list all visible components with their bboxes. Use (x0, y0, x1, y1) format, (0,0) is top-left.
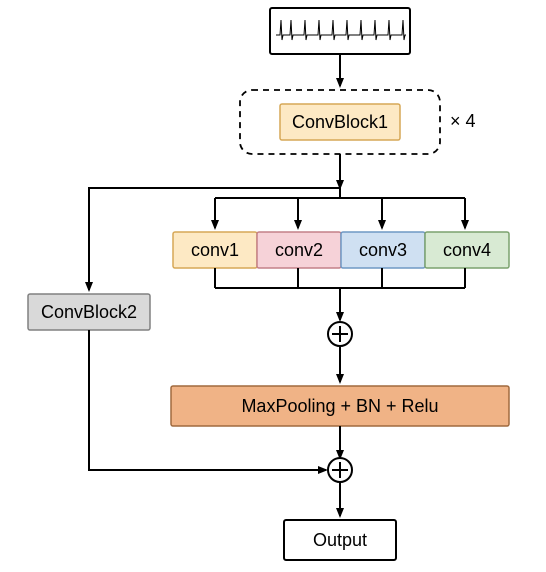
input-signal-box (270, 8, 410, 54)
convblock1-multiplier-label: × 4 (450, 111, 476, 131)
add-op-2 (328, 458, 352, 482)
convblock1-box: ConvBlock1 (280, 104, 400, 140)
conv-row: conv1 conv2 conv3 conv4 (173, 232, 509, 268)
conv2-label: conv2 (275, 240, 323, 260)
conv3-label: conv3 (359, 240, 407, 260)
convblock2-box: ConvBlock2 (28, 294, 150, 330)
add-op-1 (328, 322, 352, 346)
conv1-label: conv1 (191, 240, 239, 260)
pooling-label: MaxPooling + BN + Relu (241, 396, 438, 416)
conv2-box: conv2 (257, 232, 341, 268)
output-label: Output (313, 530, 367, 550)
conv3-box: conv3 (341, 232, 425, 268)
architecture-diagram: ConvBlock1 × 4 conv1 conv2 conv3 conv4 (0, 0, 546, 572)
conv4-box: conv4 (425, 232, 509, 268)
convblock2-label: ConvBlock2 (41, 302, 137, 322)
output-box: Output (284, 520, 396, 560)
conv1-box: conv1 (173, 232, 257, 268)
convblock1-label: ConvBlock1 (292, 112, 388, 132)
pooling-box: MaxPooling + BN + Relu (171, 386, 509, 426)
conv4-label: conv4 (443, 240, 491, 260)
